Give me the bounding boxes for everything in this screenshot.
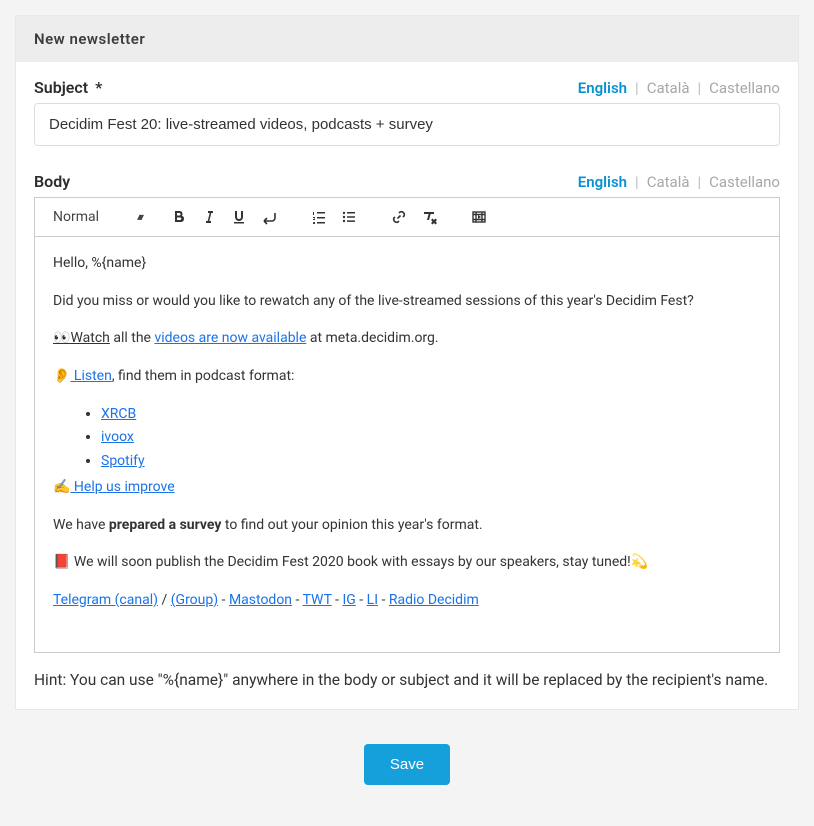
- list-item: ivoox: [101, 427, 761, 449]
- social-links: Telegram (canal) / (Group) - Mastodon - …: [53, 590, 761, 612]
- lang-separator: |: [635, 173, 639, 191]
- survey-post: to find out your opinion this year's for…: [221, 517, 482, 533]
- card-body: Subject * English | Català | Castellano …: [16, 62, 798, 709]
- list-group: [305, 204, 363, 230]
- telegram-canal-link[interactable]: Telegram (canal): [53, 592, 158, 608]
- footer-actions: Save: [15, 710, 799, 793]
- intro-paragraph: Did you miss or would you like to rewatc…: [53, 291, 761, 313]
- editor-content[interactable]: Hello, %{name} Did you miss or would you…: [35, 237, 779, 652]
- unordered-list-button[interactable]: [335, 204, 363, 230]
- list-item: XRCB: [101, 404, 761, 426]
- listen-tail: , find them in podcast format:: [112, 368, 295, 384]
- sep: /: [158, 592, 171, 608]
- survey-line: We have prepared a survey to find out yo…: [53, 515, 761, 537]
- lang-separator: |: [635, 79, 639, 97]
- help-line: ✍️ Help us improve: [53, 477, 761, 499]
- sep: -: [332, 592, 343, 608]
- mastodon-link[interactable]: Mastodon: [229, 592, 292, 608]
- clear-format-button[interactable]: [415, 204, 443, 230]
- watch-line: 👀Watch all the videos are now available …: [53, 328, 761, 350]
- link-button[interactable]: [385, 204, 413, 230]
- twitter-link[interactable]: TWT: [303, 592, 332, 608]
- sep: -: [378, 592, 389, 608]
- italic-button[interactable]: [195, 204, 223, 230]
- help-link[interactable]: Help us improve: [70, 479, 174, 495]
- listen-link[interactable]: Listen: [70, 368, 111, 384]
- media-group: [465, 204, 493, 230]
- survey-bold: prepared a survey: [109, 517, 222, 533]
- hint-text: Hint: You can use "%{name}" anywhere in …: [34, 671, 780, 689]
- podcast-list: XRCB ivoox Spotify: [53, 404, 761, 473]
- format-group: [165, 204, 283, 230]
- list-item: Spotify: [101, 451, 761, 473]
- subject-field-header: Subject * English | Català | Castellano: [34, 78, 780, 97]
- lang-separator: |: [698, 79, 702, 97]
- style-select-value: Normal: [53, 209, 99, 225]
- survey-pre: We have: [53, 517, 109, 533]
- spotify-link[interactable]: Spotify: [101, 453, 145, 469]
- body-lang-tabs: English | Català | Castellano: [578, 173, 780, 191]
- lang-tab-castellano[interactable]: Castellano: [709, 173, 780, 191]
- video-button[interactable]: [465, 204, 493, 230]
- writing-emoji: ✍️: [53, 479, 70, 495]
- required-marker: *: [95, 78, 102, 97]
- body-label: Body: [34, 172, 70, 191]
- sep: -: [292, 592, 303, 608]
- paragraph-style-select[interactable]: Normal ▴▾: [43, 205, 151, 229]
- listen-line: 👂 Listen, find them in podcast format:: [53, 366, 761, 388]
- lang-separator: |: [698, 173, 702, 191]
- greeting-line: Hello, %{name}: [53, 253, 761, 275]
- book-line: 📕 We will soon publish the Decidim Fest …: [53, 552, 761, 574]
- bold-button[interactable]: [165, 204, 193, 230]
- radio-link[interactable]: Radio Decidim: [389, 592, 479, 608]
- caret-icon: ▴▾: [137, 212, 141, 223]
- xrcb-link[interactable]: XRCB: [101, 406, 136, 422]
- videos-link[interactable]: videos are now available: [154, 330, 306, 346]
- watch-label: Watch: [70, 330, 109, 346]
- lang-tab-catala[interactable]: Català: [647, 79, 690, 97]
- watch-tail: at meta.decidim.org.: [306, 330, 438, 346]
- instagram-link[interactable]: IG: [342, 592, 355, 608]
- watch-mid: all the: [110, 330, 155, 346]
- lang-tab-english[interactable]: English: [578, 79, 627, 97]
- subject-input[interactable]: [34, 103, 780, 146]
- save-button[interactable]: Save: [364, 744, 450, 785]
- rich-text-editor: Normal ▴▾: [34, 197, 780, 653]
- lang-tab-english[interactable]: English: [578, 173, 627, 191]
- sep: -: [218, 592, 229, 608]
- page-title: New newsletter: [16, 16, 798, 62]
- ordered-list-button[interactable]: [305, 204, 333, 230]
- subject-lang-tabs: English | Català | Castellano: [578, 79, 780, 97]
- ear-emoji: 👂: [53, 368, 70, 384]
- editor-toolbar: Normal ▴▾: [35, 198, 779, 237]
- linkedin-link[interactable]: LI: [367, 592, 378, 608]
- insert-group: [385, 204, 443, 230]
- ivoox-link[interactable]: ivoox: [101, 429, 134, 445]
- subject-label: Subject *: [34, 78, 102, 97]
- subject-label-text: Subject: [34, 78, 88, 97]
- lang-tab-castellano[interactable]: Castellano: [709, 79, 780, 97]
- sep: -: [356, 592, 367, 608]
- lang-tab-catala[interactable]: Català: [647, 173, 690, 191]
- newsletter-card: New newsletter Subject * English | Catal…: [15, 15, 799, 710]
- body-field-header: Body English | Català | Castellano: [34, 172, 780, 191]
- watch-emoji: 👀: [53, 330, 70, 346]
- telegram-group-link[interactable]: (Group): [171, 592, 218, 608]
- underline-button[interactable]: [225, 204, 253, 230]
- line-break-button[interactable]: [255, 204, 283, 230]
